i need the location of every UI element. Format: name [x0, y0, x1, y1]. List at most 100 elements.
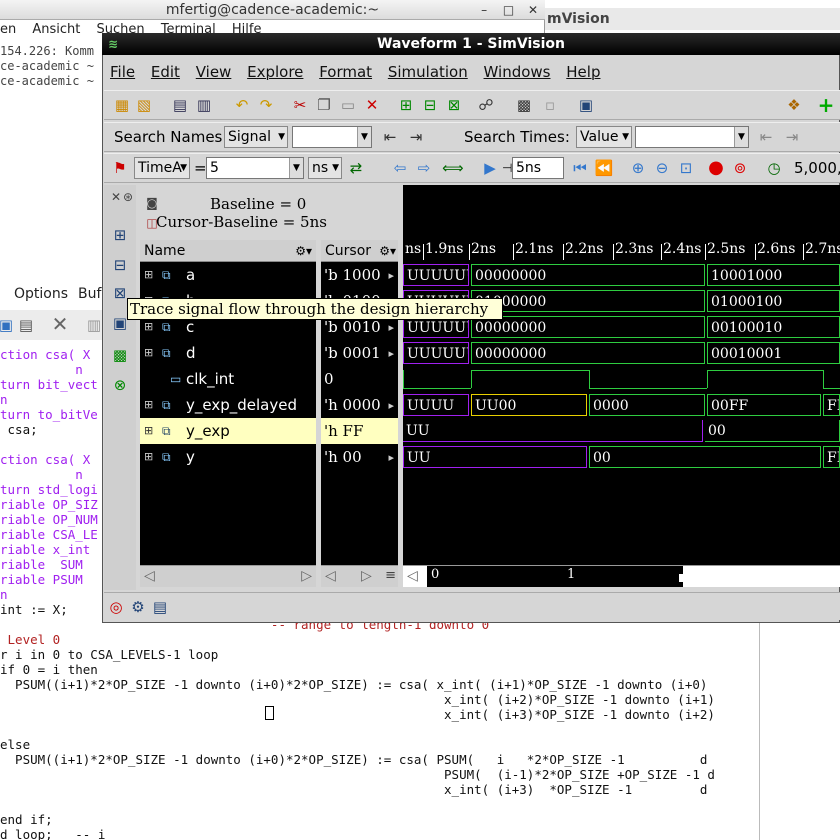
- bus-value-segment[interactable]: UU00: [471, 394, 587, 416]
- maximize-icon[interactable]: □: [499, 0, 519, 20]
- save-icon[interactable]: ▤: [150, 597, 170, 617]
- search-time-back-icon[interactable]: ⇤: [756, 127, 776, 147]
- signal-row[interactable]: ⊞ ⧉ a: [140, 262, 316, 288]
- close-icon[interactable]: ✕: [523, 0, 543, 20]
- open-database-icon[interactable]: ▦: [112, 95, 132, 115]
- search-forward-icon[interactable]: ⇥: [406, 127, 426, 147]
- paste-icon[interactable]: ▥: [84, 315, 104, 335]
- simvision-console-title[interactable]: mVision: [545, 8, 840, 30]
- terminal-titlebar[interactable]: mfertig@cadence-academic:~ – □ ✕: [0, 0, 545, 20]
- chip-icon[interactable]: ▩: [514, 95, 534, 115]
- editor-open-icon[interactable]: ▣: [0, 315, 16, 335]
- zoom-fit-icon[interactable]: ⊡: [676, 158, 696, 178]
- scroll-right-icon[interactable]: ▷: [301, 568, 312, 584]
- bus-value-segment[interactable]: UUUUUU: [403, 264, 469, 286]
- step-size-input[interactable]: 5ns: [512, 157, 564, 179]
- tree-icon[interactable]: ⊟: [110, 255, 130, 275]
- search-names-mode[interactable]: Signal ▼: [224, 126, 288, 148]
- menu-file[interactable]: File: [110, 58, 135, 86]
- signal-row[interactable]: ⊞ ⧉ y_exp: [140, 418, 316, 444]
- bus-value-segment[interactable]: UU: [403, 446, 587, 468]
- search-names-input[interactable]: ▼: [292, 126, 372, 148]
- copy-icon[interactable]: ❐: [314, 95, 334, 115]
- menu-view[interactable]: View: [196, 58, 232, 86]
- time-value-input[interactable]: 5 ▼: [206, 157, 304, 179]
- time-marker-select[interactable]: TimeA ▼: [134, 157, 190, 179]
- bus-value-segment[interactable]: 00000000: [471, 316, 705, 338]
- schematic-icon[interactable]: ⊟: [420, 95, 440, 115]
- bus-value-segment[interactable]: FF: [823, 394, 840, 416]
- chevron-down-icon[interactable]: ▼: [289, 158, 303, 178]
- expand-icon[interactable]: ⊞: [144, 444, 153, 470]
- cut-icon[interactable]: ✂: [290, 95, 310, 115]
- stop-icon[interactable]: ●: [706, 158, 726, 178]
- bus-value-segment[interactable]: 00010001: [707, 342, 840, 364]
- bus-value-segment[interactable]: UUUUUU: [403, 342, 469, 364]
- minimize-icon[interactable]: –: [474, 0, 494, 20]
- menu-windows[interactable]: Windows: [484, 58, 551, 86]
- signal-row[interactable]: ⊞ ⧉ y: [140, 444, 316, 470]
- expand-icon[interactable]: ⊞: [144, 392, 153, 418]
- signal-icon[interactable]: ⊞: [396, 95, 416, 115]
- scroll-right-icon[interactable]: ▷: [361, 568, 372, 584]
- stop-at-icon[interactable]: ⊚: [730, 158, 750, 178]
- fast-back-icon[interactable]: ⏪: [594, 158, 614, 178]
- rewind-icon[interactable]: ⏮: [570, 158, 590, 178]
- time-scrollbar[interactable]: ◁ 0 1: [403, 565, 840, 587]
- flag-icon[interactable]: ⚑: [110, 158, 130, 178]
- scroll-left-icon[interactable]: ◁: [144, 568, 155, 584]
- cursor-baseline-label[interactable]: Cursor-Baseline = 5ns: [156, 211, 327, 233]
- bus-value-segment[interactable]: UUUU: [403, 394, 469, 416]
- redo-icon[interactable]: ↷: [256, 95, 276, 115]
- zoom-in-icon[interactable]: ⊕: [628, 158, 648, 178]
- bus-value-segment[interactable]: FF: [823, 446, 840, 468]
- save-as-icon[interactable]: ▥: [194, 95, 214, 115]
- window-icon[interactable]: ▣: [576, 95, 596, 115]
- save-icon[interactable]: ▤: [16, 315, 36, 335]
- terminal-menu-ansicht[interactable]: Ansicht: [32, 22, 80, 37]
- edge-search-icon[interactable]: ⟺: [442, 158, 464, 178]
- save-icon[interactable]: ▤: [170, 95, 190, 115]
- cursor-column-header[interactable]: Cursor ⚙▾: [321, 240, 398, 262]
- cursor-scrollbar[interactable]: ◁ ▷ ≡: [321, 565, 398, 587]
- bus-value-segment[interactable]: 0000: [589, 394, 705, 416]
- config-icon[interactable]: ⚙: [128, 597, 148, 617]
- bus-value-segment[interactable]: 01000100: [707, 290, 840, 312]
- expand-icon[interactable]: ⊞: [144, 340, 153, 366]
- name-column-header[interactable]: Name ⚙▾: [140, 240, 316, 262]
- menu-explore[interactable]: Explore: [247, 58, 303, 86]
- bus-value-segment[interactable]: UU: [403, 420, 703, 442]
- search-backward-icon[interactable]: ⇤: [380, 127, 400, 147]
- package-icon[interactable]: ❖: [784, 95, 804, 115]
- next-edge-icon[interactable]: ⇨: [414, 158, 434, 178]
- signal-row[interactable]: ⊞ ⧉ y_exp_delayed: [140, 392, 316, 418]
- link-icon[interactable]: ⊗: [110, 375, 130, 395]
- editor-menu-buffers[interactable]: Buf: [78, 286, 101, 302]
- waveform-titlebar[interactable]: ≋ Waveform 1 - SimVision: [102, 33, 840, 55]
- play-icon[interactable]: ▶: [480, 158, 500, 178]
- target-icon[interactable]: ◎: [106, 597, 126, 617]
- bus-value-segment[interactable]: 01000000: [471, 290, 705, 312]
- add-icon[interactable]: +: [816, 95, 836, 115]
- bus-value-segment[interactable]: 10001000: [707, 264, 840, 286]
- expand-icon[interactable]: ⊞: [144, 418, 153, 444]
- waveform-icon[interactable]: ⊠: [444, 95, 464, 115]
- undo-icon[interactable]: ↶: [232, 95, 252, 115]
- bus-value-segment[interactable]: 00: [705, 420, 840, 442]
- signal-row[interactable]: ▭ clk_int: [140, 366, 316, 392]
- column-options-icon[interactable]: ⚙▾: [295, 240, 312, 262]
- column-options-icon[interactable]: ⚙▾: [379, 240, 396, 262]
- cut-icon[interactable]: ✕: [50, 314, 70, 334]
- scroll-left-icon[interactable]: ◁: [407, 568, 418, 584]
- list-icon[interactable]: ≡: [385, 568, 396, 583]
- time-unit-select[interactable]: ns ▼: [308, 157, 342, 179]
- menu-help[interactable]: Help: [566, 58, 600, 86]
- chevron-down-icon[interactable]: ▼: [357, 127, 371, 147]
- search-times-input[interactable]: ▼: [635, 126, 749, 148]
- search-times-mode[interactable]: Value ▼: [576, 126, 632, 148]
- time-ruler[interactable]: ns 1.9ns 2ns 2.1ns 2.2ns 2.3ns 2.4ns 2.5ns 2.6ns…: [403, 240, 840, 262]
- bus-value-segment[interactable]: 00100010: [707, 316, 840, 338]
- binoculars-icon[interactable]: ☍: [476, 95, 496, 115]
- hierarchy-icon[interactable]: ⊞: [110, 225, 130, 245]
- name-scrollbar[interactable]: ◁ ▷: [140, 565, 316, 587]
